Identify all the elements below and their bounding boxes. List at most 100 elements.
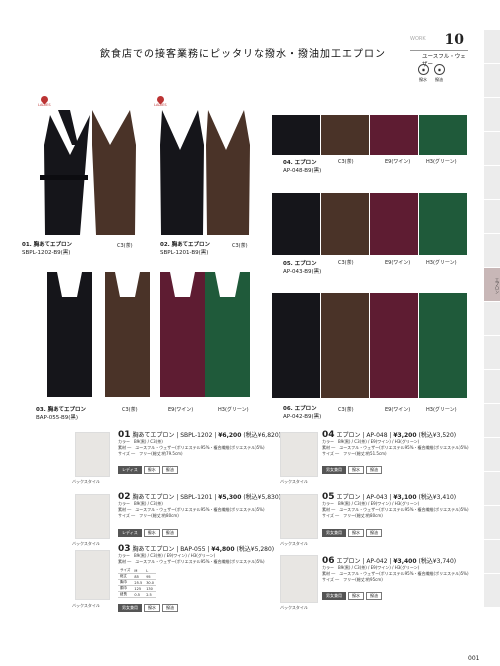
category-work-label: WORK: [410, 36, 426, 42]
apron-image-02-black: [160, 110, 204, 235]
back-style-label-01: バックスタイル: [72, 479, 100, 484]
tag-oil: 撥油: [162, 604, 178, 612]
back-style-thumb-04: [280, 432, 318, 477]
tag-ladies: レディス: [118, 466, 142, 474]
side-tab[interactable]: [484, 540, 500, 574]
caption-06-color-2: E9(ワイン): [385, 407, 411, 413]
side-tab[interactable]: [484, 234, 500, 268]
back-style-thumb-02: [75, 494, 110, 539]
apron-image-03-green: [205, 272, 250, 397]
oil-repellent-icon: ◉: [434, 64, 445, 75]
back-style-label-04: バックスタイル: [280, 479, 308, 484]
apron-image-05-row: [272, 193, 467, 255]
back-style-thumb-05: [280, 494, 318, 539]
tag-oil: 撥油: [161, 529, 178, 537]
tag-oil: 撥油: [366, 592, 382, 600]
back-style-label-05: バックスタイル: [280, 541, 308, 546]
caption-03: 03. 胸あてエプロン BAP-055-B9(黒): [36, 407, 87, 421]
back-style-thumb-03: [75, 550, 110, 600]
caption-02-color: C3(茶): [232, 243, 248, 249]
side-tab[interactable]: [484, 574, 500, 608]
size-table-03: サイズ M L 総丈 85 95 胸巾 25.5 30.0 胴巾 125 130 紐長 0.5 2.…: [118, 568, 156, 598]
tag-oil: 撥油: [161, 466, 178, 474]
oil-repellent-label: 撥油: [435, 77, 443, 82]
caption-03-color-2: E9(ワイン): [168, 407, 194, 413]
back-style-thumb-01: [75, 432, 110, 477]
side-tab[interactable]: [484, 132, 500, 166]
water-repellent-icon: ◉: [418, 64, 429, 75]
side-tab[interactable]: [484, 30, 500, 64]
apron-image-03-brown: [105, 272, 150, 397]
apron-image-06-row: [272, 293, 467, 398]
side-tab[interactable]: [484, 370, 500, 404]
caption-04-color-3: H3(グリーン): [426, 159, 457, 165]
side-tab[interactable]: [484, 98, 500, 132]
side-tab[interactable]: [484, 438, 500, 472]
caption-06: 06. エプロン AP-042-B9(黒): [283, 406, 322, 420]
tag-oil: 撥油: [366, 466, 382, 474]
back-style-label-06: バックスタイル: [280, 605, 308, 610]
tag-water: 撥水: [143, 529, 160, 537]
page-headline: 飲食店での接客業務にピッタリな撥水・撥油加工エプロン: [100, 49, 386, 60]
tag-unisex: 男女兼用: [118, 604, 142, 612]
product-detail-01: 01 胸あてエプロン | SBPL-1202 | ¥6,200 (税込¥6,82…: [118, 430, 282, 457]
apron-image-02-brown: [206, 110, 250, 235]
side-tab[interactable]: [484, 166, 500, 200]
tags-01: レディス 撥水 撥油: [118, 466, 178, 474]
back-style-label-02: バックスタイル: [72, 541, 100, 546]
side-tab[interactable]: [484, 336, 500, 370]
caption-03-color-3: H3(グリーン): [218, 407, 249, 413]
caption-04-color-1: C3(茶): [338, 159, 354, 165]
product-detail-03: 03 胸あてエプロン | BAP-055 | ¥4,800 (税込¥5,280)…: [118, 544, 275, 565]
tags-06: 男女兼用 撥水 撥油: [322, 592, 382, 600]
catalog-page: 飲食店での接客業務にピッタリな撥水・撥油加工エプロン WORK 10 ユースフル…: [0, 0, 500, 666]
product-detail-02: 02 胸あてエプロン | SBPL-1201 | ¥5,300 (税込¥5,83…: [118, 492, 282, 519]
caption-05: 05. エプロン AP-043-B9(黒): [283, 261, 322, 275]
tags-03: 男女兼用 撥水 撥油: [118, 604, 178, 612]
back-style-label-03: バックスタイル: [72, 603, 100, 608]
caption-05-color-2: E9(ワイン): [385, 260, 411, 266]
side-tab[interactable]: [484, 200, 500, 234]
tags-05: 男女兼用 撥水 撥油: [322, 529, 382, 537]
caption-06-color-3: H3(グリーン): [426, 407, 457, 413]
tag-oil: 撥油: [366, 529, 382, 537]
tag-water: 撥水: [348, 529, 364, 537]
caption-05-color-3: H3(グリーン): [426, 260, 457, 266]
tag-unisex: 男女兼用: [322, 466, 346, 474]
page-number: 001: [468, 655, 480, 662]
category-divider: [410, 50, 468, 51]
apron-image-01-brown: [92, 110, 136, 235]
tag-water: 撥水: [143, 466, 160, 474]
product-detail-06: 06 エプロン | AP-042 | ¥3,400 (税込¥3,740) カラー…: [322, 556, 469, 583]
side-tab-apron[interactable]: エプロン: [484, 268, 500, 302]
caption-01: 01. 胸あてエプロン SBPL-1202-B9(黒): [22, 242, 73, 256]
tag-water: 撥水: [348, 592, 364, 600]
tag-ladies: レディス: [118, 529, 142, 537]
side-tab[interactable]: [484, 472, 500, 506]
side-tab[interactable]: [484, 302, 500, 336]
side-index-nav: エプロン: [484, 30, 500, 630]
product-detail-05: 05 エプロン | AP-043 | ¥3,100 (税込¥3,410) カラー…: [322, 492, 469, 519]
side-tab[interactable]: [484, 506, 500, 540]
caption-04-color-2: E9(ワイン): [385, 159, 411, 165]
caption-04: 04. エプロン AP-048-B9(黒): [283, 160, 322, 174]
tag-water: 撥水: [348, 466, 364, 474]
caption-02: 02. 胸あてエプロン SBPL-1201-B9(黒): [160, 242, 211, 256]
caption-06-color-1: C3(茶): [338, 407, 354, 413]
product-detail-04: 04 エプロン | AP-048 | ¥3,200 (税込¥3,520) カラー…: [322, 430, 469, 457]
tag-unisex: 男女兼用: [322, 529, 346, 537]
caption-05-color-1: C3(茶): [338, 260, 354, 266]
tags-04: 男女兼用 撥水 撥油: [322, 466, 382, 474]
side-tab[interactable]: [484, 404, 500, 438]
water-repellent-label: 撥水: [419, 77, 427, 82]
back-style-thumb-06: [280, 555, 318, 603]
category-title: ユースフル・ウェザー: [422, 54, 466, 68]
category-number: 10: [444, 32, 464, 48]
caption-01-color: C3(茶): [117, 243, 133, 249]
tag-water: 撥水: [144, 604, 160, 612]
apron-image-03-black: [47, 272, 92, 397]
category-box: WORK 10 ユースフル・ウェザー ◉ ◉ 撥水 撥油: [408, 30, 470, 88]
side-tab[interactable]: [484, 64, 500, 98]
apron-image-04-row: [272, 115, 467, 155]
tag-unisex: 男女兼用: [322, 592, 346, 600]
